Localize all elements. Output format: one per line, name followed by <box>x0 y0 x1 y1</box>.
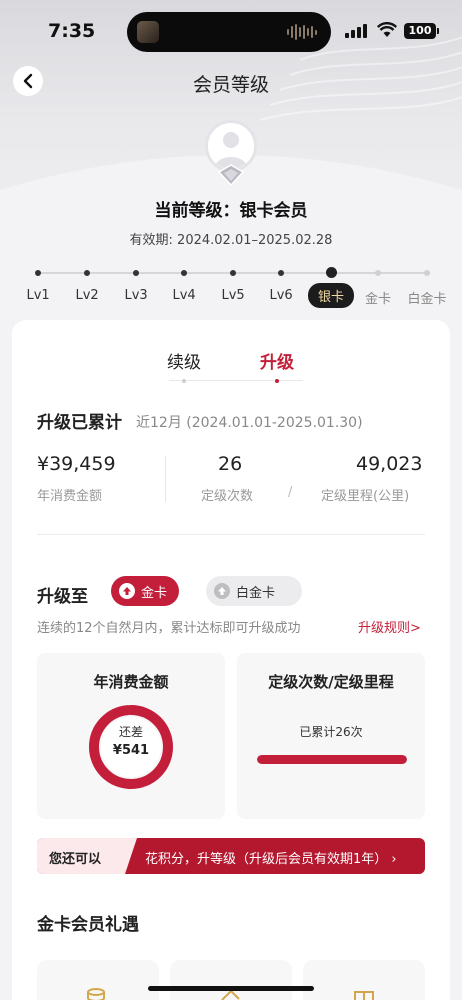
dynamic-island <box>127 12 331 52</box>
level-label[interactable]: Lv2 <box>76 288 99 303</box>
level-dot <box>230 270 236 276</box>
validity-period: 有效期: 2024.02.01–2025.02.28 <box>129 233 333 248</box>
status-time: 7:35 <box>48 20 96 42</box>
level-dot <box>375 270 381 276</box>
arrow-up-icon <box>214 583 230 599</box>
upgrade-card: 续级 升级 升级已累计 近12月 (2024.01.01-2025.01.30)… <box>12 320 450 1000</box>
level-label[interactable]: Lv5 <box>222 288 245 303</box>
banner-left-text: 您还可以 <box>49 852 102 867</box>
option-platinum-label: 白金卡 <box>236 585 276 601</box>
level-label[interactable]: 白金卡 <box>408 288 447 307</box>
level-dot <box>278 270 284 276</box>
level-dot <box>35 270 41 276</box>
mileage-label: 定级里程(公里) <box>321 489 410 504</box>
option-gold-button[interactable]: 金卡 <box>111 576 180 606</box>
level-dot <box>181 270 187 276</box>
spend-label: 年消费金额 <box>37 489 103 504</box>
signal-icon <box>345 24 367 38</box>
wifi-icon <box>377 22 397 37</box>
level-dot <box>133 270 139 276</box>
now-playing-artwork <box>137 21 159 43</box>
accumulated-period: 近12月 (2024.01.01-2025.01.30) <box>136 415 363 431</box>
count-value: 26 <box>218 453 243 475</box>
stat-divider <box>165 456 166 502</box>
count-progress-bar <box>257 755 407 764</box>
tab-renew[interactable]: 续级 <box>167 348 201 373</box>
level-label[interactable]: Lv6 <box>270 288 293 303</box>
level-label[interactable]: 金卡 <box>365 288 391 307</box>
level-label[interactable]: Lv4 <box>173 288 196 303</box>
level-dot <box>325 267 337 278</box>
spend-progress-box: 年消费金额 还差 ¥541 <box>37 653 225 819</box>
tab-indicator-inactive <box>182 379 186 383</box>
option-gold-label: 金卡 <box>141 585 168 601</box>
tab-divider <box>169 380 303 381</box>
spend-value: ¥39,459 <box>37 453 116 475</box>
level-dot <box>424 270 430 276</box>
count-progress-title: 定级次数/定级里程 <box>268 673 394 691</box>
spend-progress-title: 年消费金额 <box>93 673 169 691</box>
stat-slash: / <box>288 485 293 500</box>
home-indicator <box>148 986 314 991</box>
current-level-title: 当前等级：银卡会员 <box>154 201 308 221</box>
tab-upgrade[interactable]: 升级 <box>260 348 294 373</box>
level-dot <box>84 270 90 276</box>
count-progress-box: 定级次数/定级里程 已累计26次 <box>237 653 425 819</box>
silver-badge-icon <box>218 164 244 186</box>
arrow-up-icon <box>119 583 135 599</box>
upgrade-rules-link[interactable]: 升级规则> <box>358 617 421 636</box>
benefit-card[interactable] <box>303 960 425 1000</box>
section-divider <box>37 534 425 535</box>
page-title: 会员等级 <box>192 74 269 96</box>
battery-icon: 100 <box>404 23 439 39</box>
tab-indicator-active <box>275 379 279 383</box>
count-accumulated: 已累计26次 <box>299 725 363 739</box>
banner-right-text: 花积分，升等级（升级后会员有效期1年） › <box>145 852 397 867</box>
level-label[interactable]: Lv1 <box>27 288 50 303</box>
coins-icon <box>87 988 105 1000</box>
spend-remaining-value: ¥541 <box>112 743 150 758</box>
benefit-card[interactable] <box>37 960 159 1000</box>
points-upgrade-banner[interactable]: 您还可以 花积分，升等级（升级后会员有效期1年） › <box>37 838 425 874</box>
benefits-title: 金卡会员礼遇 <box>37 915 139 935</box>
status-bar: 7:35 100 <box>0 0 462 60</box>
upgrade-note: 连续的12个自然月内，累计达标即可升级成功 <box>37 621 301 636</box>
benefit-card[interactable] <box>170 960 292 1000</box>
accumulated-title: 升级已累计 <box>37 413 122 433</box>
option-platinum-button[interactable]: 白金卡 <box>206 576 302 606</box>
level-label[interactable]: 银卡 <box>308 283 355 308</box>
spend-remaining-label: 还差 <box>118 725 143 739</box>
level-label[interactable]: Lv3 <box>125 288 148 303</box>
upgrade-to-label: 升级至 <box>37 587 88 607</box>
gift-icon <box>354 991 374 1000</box>
count-label: 定级次数 <box>201 489 254 504</box>
audio-wave-icon <box>287 24 317 40</box>
mileage-value: 49,023 <box>356 453 423 475</box>
